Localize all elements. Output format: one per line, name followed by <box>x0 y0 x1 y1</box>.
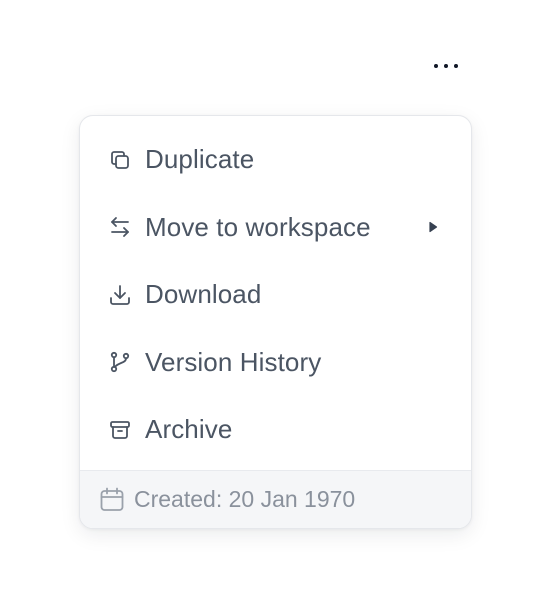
git-branch-icon <box>108 350 132 374</box>
calendar-icon <box>98 486 126 514</box>
archive-icon <box>108 418 132 442</box>
menu-item-label: Version History <box>145 346 322 377</box>
menu-items: Duplicate Move to workspace Download Ver… <box>80 116 471 464</box>
duplicate-icon <box>108 148 132 172</box>
menu-item-label: Download <box>145 279 262 310</box>
menu-item-download[interactable]: Download <box>80 261 471 329</box>
menu-item-label: Duplicate <box>145 144 255 175</box>
menu-item-archive[interactable]: Archive <box>80 396 471 464</box>
more-horizontal-icon <box>434 64 458 68</box>
context-menu: Duplicate Move to workspace Download Ver… <box>79 115 472 529</box>
download-icon <box>108 283 132 307</box>
menu-item-duplicate[interactable]: Duplicate <box>80 126 471 194</box>
caret-right-icon <box>427 220 439 234</box>
menu-item-move-to-workspace[interactable]: Move to workspace <box>80 194 471 262</box>
swap-arrows-icon <box>108 215 132 239</box>
menu-item-label: Move to workspace <box>145 211 371 242</box>
created-date-text: Created: 20 Jan 1970 <box>134 486 356 512</box>
more-options-button[interactable] <box>424 48 468 84</box>
menu-item-label: Archive <box>145 414 233 445</box>
menu-item-version-history[interactable]: Version History <box>80 329 471 397</box>
menu-footer: Created: 20 Jan 1970 <box>80 470 471 528</box>
